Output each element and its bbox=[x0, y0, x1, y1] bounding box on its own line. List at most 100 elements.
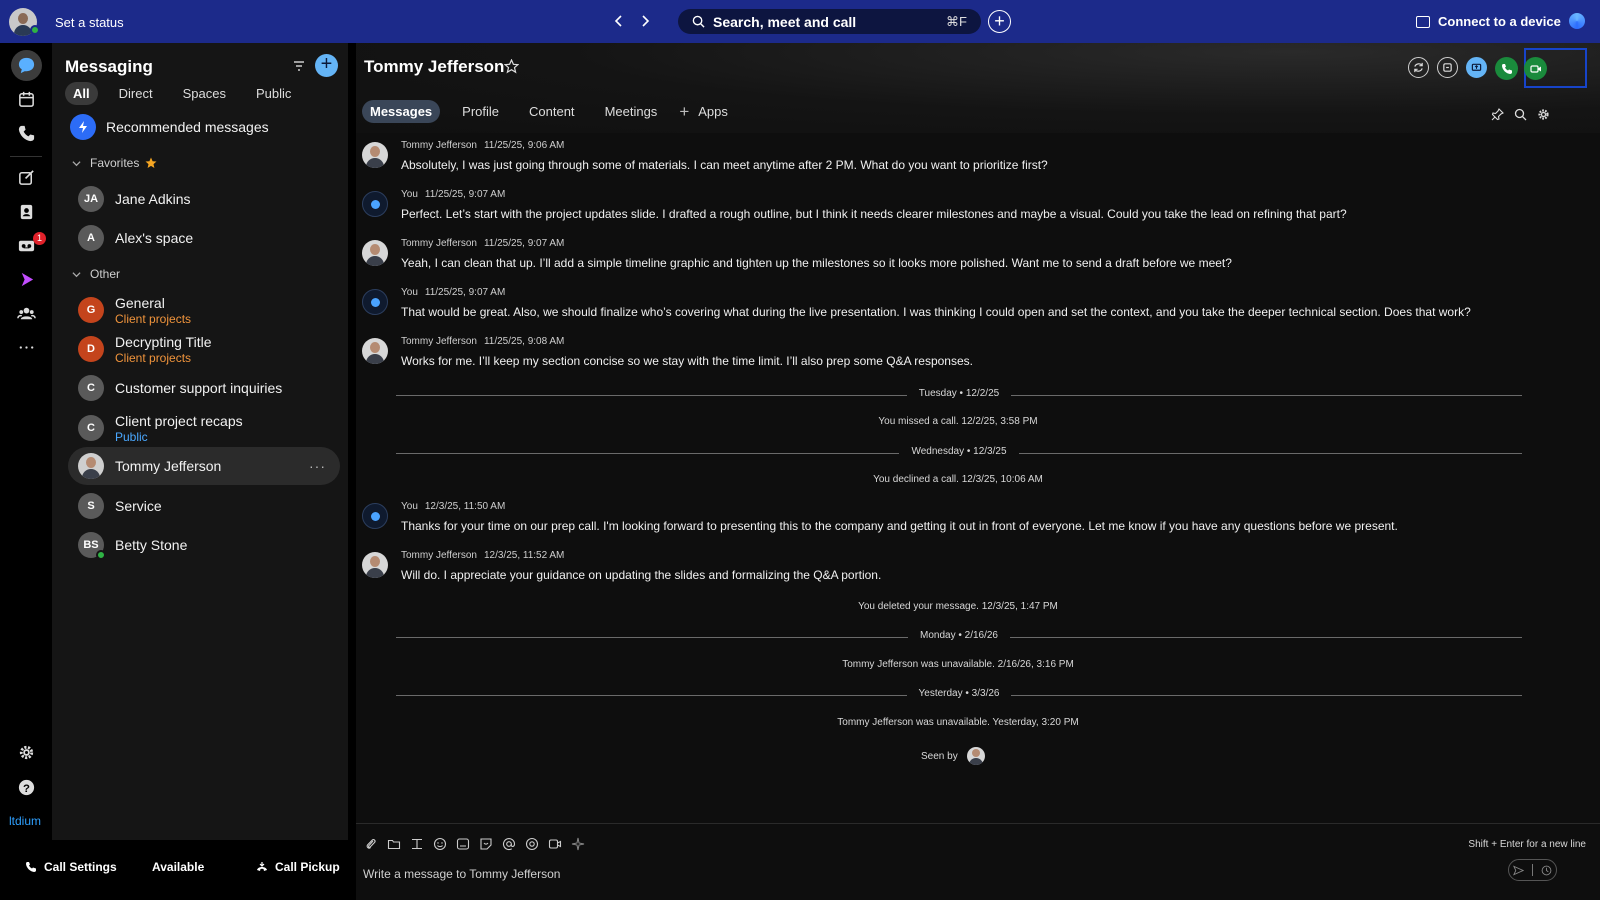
recommended-label: Recommended messages bbox=[106, 119, 269, 135]
phone-icon bbox=[1501, 63, 1512, 74]
compose-button[interactable]: + bbox=[315, 54, 338, 77]
set-status-button[interactable]: Set a status bbox=[55, 15, 124, 30]
video-message-icon[interactable] bbox=[548, 837, 562, 851]
more-rail-button[interactable] bbox=[11, 332, 42, 363]
teams-rail-button[interactable] bbox=[11, 298, 42, 329]
more-options-button[interactable]: ··· bbox=[309, 458, 326, 474]
tab-apps[interactable]: + Apps bbox=[679, 102, 728, 122]
message-input[interactable] bbox=[363, 865, 1493, 883]
send-divider bbox=[1532, 864, 1533, 876]
emoji-icon[interactable] bbox=[433, 837, 447, 851]
conversation-header: Tommy Jefferson Messages Profile Content… bbox=[356, 43, 1600, 133]
tab-public[interactable]: Public bbox=[247, 82, 300, 105]
share-screen-button[interactable] bbox=[1466, 57, 1487, 78]
call-event: You declined a call. 12/3/25, 10:06 AM bbox=[873, 474, 1043, 485]
space-item-alexs-space[interactable]: A Alex's space bbox=[68, 219, 340, 257]
message-meta: You 12/3/25, 11:50 AM bbox=[401, 501, 506, 512]
recommended-messages-item[interactable]: Recommended messages bbox=[68, 114, 269, 140]
space-item-tommy-jefferson[interactable]: Tommy Jefferson ··· bbox=[68, 447, 340, 485]
audio-call-button[interactable] bbox=[1495, 57, 1518, 80]
schedule-send-icon[interactable] bbox=[1541, 865, 1552, 876]
space-item-betty-stone[interactable]: BS Betty Stone bbox=[68, 526, 340, 564]
new-plus-button[interactable]: + bbox=[988, 10, 1011, 33]
space-name: Service bbox=[115, 498, 162, 514]
filter-icon[interactable] bbox=[292, 59, 306, 73]
sticker-icon[interactable] bbox=[479, 837, 493, 851]
message-meta: Tommy Jefferson 11/25/25, 9:06 AM bbox=[401, 140, 565, 151]
gear-icon[interactable] bbox=[1537, 108, 1550, 121]
avatar: C bbox=[78, 375, 104, 401]
whiteboard-icon[interactable] bbox=[525, 837, 539, 851]
call-pickup-button[interactable]: Call Pickup bbox=[256, 860, 340, 874]
space-name: Jane Adkins bbox=[115, 191, 191, 207]
call-event: You missed a call. 12/2/25, 3:58 PM bbox=[878, 416, 1038, 427]
space-item-general[interactable]: G General Client projects bbox=[68, 291, 340, 329]
attachment-icon[interactable] bbox=[364, 837, 378, 851]
schedule-button[interactable] bbox=[1437, 57, 1458, 78]
send-icon[interactable] bbox=[1513, 864, 1524, 876]
bottom-status-bar: Call Settings Available Call Pickup bbox=[0, 840, 348, 900]
webex-apps-rail-button[interactable] bbox=[11, 264, 42, 295]
search-input[interactable]: Search, meet and call ⌘F bbox=[678, 9, 981, 34]
composer-toolbar bbox=[364, 837, 594, 851]
help-rail-button[interactable]: ? bbox=[11, 772, 42, 803]
space-item-service[interactable]: S Service bbox=[68, 487, 340, 525]
other-section-header[interactable]: Other bbox=[72, 267, 120, 281]
top-bar: Set a status Search, meet and call ⌘F + … bbox=[0, 0, 1600, 43]
pin-icon[interactable] bbox=[1491, 108, 1504, 121]
back-arrow-icon[interactable] bbox=[610, 12, 628, 30]
star-outline-icon[interactable] bbox=[504, 59, 519, 74]
space-item-customer-support[interactable]: C Customer support inquiries bbox=[68, 369, 340, 407]
space-item-client-project-recaps[interactable]: C Client project recaps Public bbox=[68, 409, 340, 447]
text-format-icon[interactable] bbox=[410, 837, 424, 851]
rail-divider bbox=[10, 156, 42, 157]
space-item-decrypting-title[interactable]: D Decrypting Title Client projects bbox=[68, 330, 340, 368]
search-icon[interactable] bbox=[1514, 108, 1527, 121]
date-divider: Monday • 2/16/26 bbox=[396, 630, 1522, 644]
tab-all[interactable]: All bbox=[65, 82, 98, 105]
tab-messages[interactable]: Messages bbox=[362, 100, 441, 123]
folder-share-icon[interactable] bbox=[387, 837, 401, 851]
sidebar-title: Messaging bbox=[65, 57, 153, 76]
call-event: Tommy Jefferson was unavailable. Yesterd… bbox=[837, 717, 1079, 728]
newline-hint: Shift + Enter for a new line bbox=[1468, 839, 1586, 850]
tab-direct[interactable]: Direct bbox=[110, 82, 162, 105]
mention-icon[interactable] bbox=[502, 837, 516, 851]
send-controls bbox=[1508, 859, 1557, 881]
screen-share-icon bbox=[1471, 63, 1482, 71]
svg-text:?: ? bbox=[23, 783, 30, 795]
calendar-icon bbox=[19, 91, 34, 107]
space-subtitle: Public bbox=[115, 429, 148, 444]
calls-rail-button[interactable] bbox=[11, 118, 42, 149]
availability-status[interactable]: Available bbox=[152, 860, 204, 874]
date-divider: Tuesday • 12/2/25 bbox=[396, 388, 1522, 402]
avatar: D bbox=[78, 336, 104, 362]
sync-button[interactable] bbox=[1408, 57, 1429, 78]
avatar: A bbox=[78, 225, 104, 251]
ai-sparkle-icon[interactable] bbox=[571, 837, 585, 851]
tab-meetings[interactable]: Meetings bbox=[597, 100, 666, 123]
messaging-rail-button[interactable] bbox=[11, 50, 42, 81]
space-name: Alex's space bbox=[115, 230, 194, 246]
favorites-section-header[interactable]: Favorites bbox=[72, 156, 157, 170]
forward-arrow-icon[interactable] bbox=[636, 12, 654, 30]
presence-indicator bbox=[30, 25, 40, 35]
tab-content[interactable]: Content bbox=[521, 100, 583, 123]
message-list[interactable]: Tommy Jefferson 11/25/25, 9:06 AM Absolut… bbox=[356, 133, 1600, 823]
whiteboard-rail-button[interactable] bbox=[11, 162, 42, 193]
calendar-rail-button[interactable] bbox=[11, 84, 42, 115]
call-settings-button[interactable]: Call Settings bbox=[25, 860, 117, 874]
contacts-rail-button[interactable] bbox=[11, 196, 42, 227]
space-item-jane-adkins[interactable]: JA Jane Adkins bbox=[68, 180, 340, 218]
phone-icon bbox=[18, 125, 35, 142]
video-call-button[interactable] bbox=[1524, 57, 1547, 80]
avatar: S bbox=[78, 493, 104, 519]
tab-spaces[interactable]: Spaces bbox=[174, 82, 235, 105]
message-composer: Shift + Enter for a new line bbox=[356, 823, 1600, 900]
chevron-down-icon bbox=[72, 271, 81, 277]
settings-rail-button[interactable] bbox=[11, 737, 42, 768]
tab-profile[interactable]: Profile bbox=[454, 100, 507, 123]
gif-icon[interactable] bbox=[456, 837, 470, 851]
you-avatar bbox=[362, 503, 388, 529]
connect-device-button[interactable]: Connect to a device bbox=[1416, 14, 1561, 29]
